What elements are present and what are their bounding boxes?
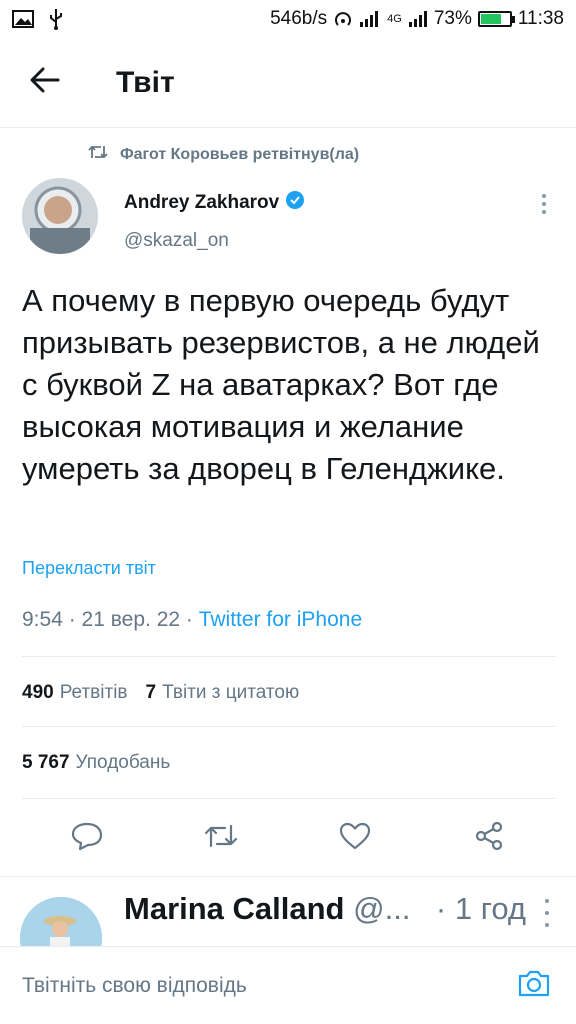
image-icon [12,10,34,28]
battery-fill [480,14,501,24]
retweet-icon [203,822,239,855]
retweet-button[interactable] [193,810,249,866]
divider [22,656,556,657]
like-button[interactable] [327,810,383,866]
signal-icon-2 [408,10,428,28]
share-icon [473,820,505,857]
reply-button[interactable] [59,810,115,866]
tweet-text: А почему в первую очередь будут призыват… [22,283,540,486]
tweet-time: 9:54 [22,608,63,631]
quotes-stat[interactable]: 7 Твіти з цитатою [146,682,300,704]
clock: 11:38 [517,8,564,29]
more-options-button[interactable] [534,190,554,218]
reply-time: · 1 год [435,891,526,926]
reply-item[interactable]: Marina Calland @... · 1 год [0,876,576,946]
network-type: 4G [387,13,402,25]
quotes-label: Твіти з цитатою [162,682,300,703]
reply-author-name: Marina Calland [124,891,345,926]
meta-separator: · [185,608,199,631]
retweets-stat[interactable]: 490 Ретвітів [22,682,128,704]
reply-compose-bar: Твітніть свою відповідь [0,946,576,1024]
reply-more-options-button[interactable] [540,899,554,927]
meta-separator: · [68,608,82,631]
likes-stat[interactable]: 5 767 Уподобань [22,752,170,774]
divider [22,798,556,799]
tweet-source-link[interactable]: Twitter for iPhone [199,608,362,631]
retweeted-by[interactable]: Фагот Коровьев ретвітнув(ла) [88,144,359,165]
author-handle[interactable]: @skazal_on [124,230,229,252]
verified-badge-icon [285,190,305,216]
retweeted-by-text: Фагот Коровьев ретвітнув(ла) [120,145,360,163]
translate-tweet-link[interactable]: Перекласти твіт [22,558,156,579]
like-stats: 5 767 Уподобань [22,752,170,774]
likes-label: Уподобань [75,752,171,773]
tweet-actions [0,808,576,868]
retweets-count: 490 [22,682,54,703]
author-name-text: Andrey Zakharov [124,192,280,213]
heart-icon [338,821,372,856]
back-button[interactable] [0,38,90,128]
camera-button[interactable] [514,966,554,1006]
reply-avatar[interactable] [20,897,102,946]
hotspot-icon [333,9,353,29]
reply-author-handle: @... [353,891,411,926]
quotes-count: 7 [145,682,157,703]
reply-icon [70,821,104,856]
reply-author: Marina Calland @... [124,891,410,927]
signal-icon [359,10,381,28]
retweet-stats: 490 Ретвітів 7 Твіти з цитатою [22,682,299,704]
author-name[interactable]: Andrey Zakharov [124,190,305,216]
retweets-label: Ретвітів [59,682,128,703]
retweet-icon [88,144,108,165]
page-title: Твіт [116,65,175,99]
divider [22,726,556,727]
camera-icon [517,968,551,1003]
battery-percent: 73% [433,8,472,29]
tweet-meta: 9:54 · 21 вер. 22 · Twitter for iPhone [22,608,362,632]
avatar[interactable] [22,178,98,254]
share-button[interactable] [461,810,517,866]
arrow-left-icon [30,67,60,98]
reply-input[interactable]: Твітніть свою відповідь [22,974,514,998]
tweet-date: 21 вер. 22 [81,608,181,631]
status-bar: 546b/s 4G 73% 11:38 [0,0,576,38]
usb-icon [48,8,64,30]
likes-count: 5 767 [22,752,70,773]
top-app-bar: Твіт [0,38,576,128]
network-speed: 546b/s [270,8,328,29]
battery-icon [477,11,515,27]
